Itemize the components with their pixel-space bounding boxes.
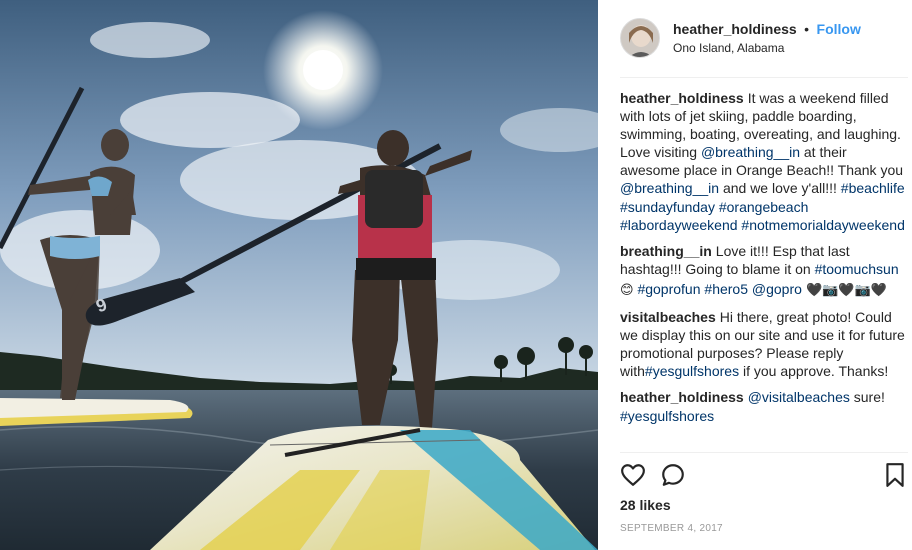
- comment-item: heather_holdiness @visitalbeaches sure! #…: [620, 388, 910, 424]
- hashtag-link[interactable]: #yesgulfshores: [645, 363, 739, 379]
- avatar-image: [621, 19, 659, 57]
- mention-link[interactable]: @visitalbeaches: [748, 389, 850, 405]
- comment-item: breathing__in Love it!!! Esp that last ha…: [620, 242, 910, 300]
- hashtag-link[interactable]: #orangebeach: [719, 199, 809, 215]
- comment-item: visitalbeaches Hi there, great photo! Cou…: [620, 308, 910, 380]
- comment-username[interactable]: heather_holdiness: [620, 90, 744, 106]
- comment-item: heather_holdiness It was a weekend filled…: [620, 89, 910, 234]
- comment-text: sure!: [849, 389, 885, 406]
- hashtag-link[interactable]: #labordayweekend: [620, 217, 738, 233]
- post-photo[interactable]: 9: [0, 0, 598, 550]
- comment-username[interactable]: visitalbeaches: [620, 309, 716, 325]
- bookmark-icon[interactable]: [884, 462, 906, 493]
- paddleboard-photo: 9: [0, 0, 598, 550]
- hashtag-link[interactable]: #yesgulfshores: [620, 408, 714, 424]
- comment-icon[interactable]: [660, 462, 686, 493]
- divider: [620, 452, 908, 453]
- location-link[interactable]: Ono Island, Alabama: [673, 39, 861, 57]
- post-header: heather_holdiness • Follow Ono Island, A…: [620, 16, 910, 60]
- hashtag-link[interactable]: #sundayfunday: [620, 199, 715, 215]
- comment-username[interactable]: breathing__in: [620, 243, 712, 259]
- heart-icon[interactable]: [620, 462, 646, 493]
- mention-link[interactable]: @breathing__in: [620, 180, 719, 196]
- hashtag-link[interactable]: #toomuchsun: [815, 261, 899, 277]
- hashtag-link[interactable]: #goprofun: [637, 281, 700, 297]
- avatar[interactable]: [620, 18, 660, 58]
- comment-text: if you approve. Thanks!: [739, 363, 889, 380]
- emoji-text: 🖤📷🖤📷🖤: [801, 282, 887, 298]
- likes-count[interactable]: 28 likes: [620, 497, 671, 513]
- divider: [620, 77, 908, 78]
- hashtag-link[interactable]: #notmemorialdayweekend: [741, 217, 904, 233]
- hashtag-link[interactable]: #hero5: [704, 281, 748, 297]
- separator-dot: •: [804, 20, 810, 37]
- emoji-text: 😊: [620, 282, 634, 298]
- follow-button[interactable]: Follow: [817, 21, 861, 37]
- comment-username[interactable]: heather_holdiness: [620, 389, 744, 405]
- mention-link[interactable]: @breathing__in: [701, 144, 800, 160]
- comment-text: and we love y'all!!!: [719, 180, 841, 197]
- author-username[interactable]: heather_holdiness: [673, 21, 797, 37]
- post-date: SEPTEMBER 4, 2017: [620, 523, 723, 534]
- comments-list: heather_holdiness It was a weekend filled…: [620, 89, 910, 433]
- mention-link[interactable]: @gopro: [752, 281, 802, 297]
- hashtag-link[interactable]: #beachlife: [841, 180, 905, 196]
- post-details-panel: heather_holdiness • Follow Ono Island, A…: [598, 0, 912, 550]
- action-bar: [620, 462, 910, 490]
